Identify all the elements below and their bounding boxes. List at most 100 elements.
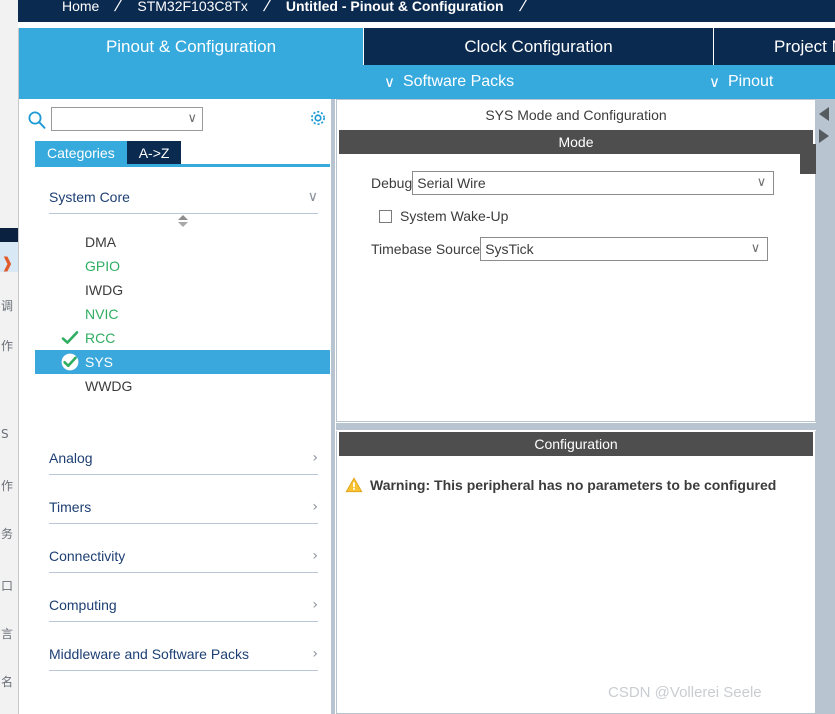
- list-scroll-nub[interactable]: [35, 214, 330, 230]
- search-icon[interactable]: [27, 110, 47, 130]
- tab-a-to-z[interactable]: A->Z: [126, 141, 182, 164]
- software-packs-label: Software Packs: [402, 73, 515, 90]
- search-input[interactable]: [54, 109, 184, 131]
- chevron-right-icon[interactable]: ❱: [1, 256, 14, 271]
- group-header-connectivity[interactable]: Connectivity ›: [49, 540, 318, 573]
- chevron-down-icon: ∨: [756, 175, 767, 190]
- section-header-configuration: Configuration: [339, 432, 813, 456]
- group-label: Timers: [49, 499, 92, 515]
- timebase-value: SysTick: [485, 241, 534, 257]
- breadcrumb-item-current: Untitled - Pinout & Configuration: [285, 0, 504, 14]
- peripheral-item-sys[interactable]: SYS: [35, 350, 330, 374]
- system-wakeup-checkbox[interactable]: [379, 209, 392, 223]
- pane-title-sys-mode: SYS Mode and Configuration: [337, 100, 815, 130]
- chevron-right-icon: ›: [312, 499, 318, 515]
- left-strip-glyph: 作: [1, 339, 14, 353]
- tab-pinout-configuration[interactable]: Pinout & Configuration: [19, 28, 364, 65]
- check-icon: [61, 331, 79, 344]
- peripheral-list[interactable]: System Core ∨ DMA GPIO IWDG NVIC RCC SYS…: [35, 169, 330, 714]
- group-label: Analog: [49, 450, 93, 466]
- search-row: ∨: [19, 105, 330, 137]
- mode-pane: SYS Mode and Configuration Mode Debug Se…: [336, 99, 816, 422]
- chevron-down-icon: ∨: [384, 73, 395, 91]
- peripheral-item-iwdg[interactable]: IWDG: [35, 278, 330, 302]
- left-strip-dark-block: [0, 228, 18, 242]
- breadcrumb: Home / STM32F103C8Tx / Untitled - Pinout…: [18, 0, 835, 22]
- chevron-down-icon: ∨: [709, 73, 720, 91]
- peripheral-item-dma[interactable]: DMA: [35, 230, 330, 254]
- chevron-down-icon: ∨: [307, 189, 318, 205]
- left-strip-glyph: 调: [1, 299, 14, 313]
- sidebar-view-tabs: Categories A->Z: [35, 141, 182, 164]
- sidebar-tabs-underline: [35, 164, 330, 167]
- section-header-mode: Mode: [339, 130, 813, 154]
- warning-text: Warning: This peripheral has no paramete…: [370, 477, 777, 493]
- left-strip-glyph: 作: [1, 479, 14, 493]
- tab-clock-configuration[interactable]: Clock Configuration: [364, 28, 714, 65]
- warning-triangle-icon: [345, 477, 363, 493]
- panel-splitter-horizontal[interactable]: [336, 422, 816, 431]
- group-label: System Core: [49, 189, 130, 205]
- group-label: Middleware and Software Packs: [49, 646, 249, 662]
- gear-icon[interactable]: [308, 108, 328, 128]
- search-combo[interactable]: ∨: [51, 107, 203, 131]
- tab-categories[interactable]: Categories: [35, 141, 127, 164]
- group-label: Connectivity: [49, 548, 126, 564]
- breadcrumb-separator: /: [113, 0, 124, 15]
- field-row-timebase: Timebase Source SysTick ∨: [337, 232, 815, 266]
- peripheral-label: DMA: [85, 234, 117, 250]
- scroll-up-icon[interactable]: [177, 215, 188, 220]
- debug-select[interactable]: Serial Wire ∨: [412, 171, 775, 195]
- left-strip-glyph: 名: [1, 675, 14, 689]
- field-row-system-wakeup[interactable]: System Wake-Up: [337, 200, 815, 232]
- software-packs-menu[interactable]: ∨ Software Packs: [384, 65, 514, 99]
- chevron-down-icon[interactable]: ∨: [187, 111, 197, 126]
- peripheral-label: GPIO: [85, 258, 121, 274]
- peripheral-item-gpio[interactable]: GPIO: [35, 254, 330, 278]
- group-header-analog[interactable]: Analog ›: [49, 442, 318, 475]
- panel-collapse-rail: [800, 99, 835, 714]
- arrow-left-icon[interactable]: [819, 107, 829, 121]
- configuration-panel: SYS Mode and Configuration Mode Debug Se…: [336, 99, 816, 714]
- left-strip-glyph: 务: [1, 527, 14, 541]
- main-tab-bar: Pinout & Configuration Clock Configurati…: [19, 28, 835, 65]
- peripheral-sidebar: ∨ Categories A->Z System Core ∨ DMA GPIO…: [19, 99, 330, 714]
- peripheral-label: NVIC: [85, 306, 119, 322]
- debug-label: Debug: [371, 175, 413, 191]
- group-header-computing[interactable]: Computing ›: [49, 589, 318, 622]
- scroll-down-icon[interactable]: [177, 222, 188, 227]
- pinout-label: Pinout: [727, 73, 774, 90]
- peripheral-item-wwdg[interactable]: WWDG: [35, 374, 330, 398]
- group-label: Computing: [49, 597, 117, 613]
- group-header-middleware[interactable]: Middleware and Software Packs ›: [49, 638, 318, 671]
- ide-left-strip: ❱ 调 作 S 作 务 口 言 名: [0, 0, 19, 714]
- chevron-right-icon: ›: [312, 597, 318, 613]
- peripheral-item-nvic[interactable]: NVIC: [35, 302, 330, 326]
- rail-dark-block: [800, 144, 816, 174]
- check-circle-icon: [61, 353, 79, 371]
- timebase-select[interactable]: SysTick ∨: [480, 237, 769, 261]
- peripheral-item-rcc[interactable]: RCC: [35, 326, 330, 350]
- arrow-right-icon[interactable]: [819, 129, 829, 143]
- warning-row: Warning: This peripheral has no paramete…: [337, 468, 815, 502]
- left-strip-glyph: 口: [1, 579, 14, 593]
- breadcrumb-separator: /: [261, 0, 273, 15]
- peripheral-label: WWDG: [85, 378, 133, 394]
- tab-project-manager[interactable]: Project Manager: [714, 28, 835, 65]
- debug-value: Serial Wire: [417, 175, 486, 191]
- left-strip-glyph: 言: [1, 627, 14, 641]
- chevron-right-icon: ›: [312, 548, 318, 564]
- stm32cubemx-window: ❱ 调 作 S 作 务 口 言 名 Home / STM32F103C8Tx /…: [0, 0, 835, 714]
- sub-toolbar: ∨ Software Packs ∨ Pinout: [19, 65, 835, 99]
- field-row-debug: Debug Serial Wire ∨: [337, 166, 815, 200]
- pinout-menu[interactable]: ∨ Pinout: [709, 65, 773, 99]
- breadcrumb-item-home[interactable]: Home: [56, 0, 105, 14]
- body-area: ∨ Categories A->Z System Core ∨ DMA GPIO…: [19, 99, 835, 714]
- group-header-timers[interactable]: Timers ›: [49, 491, 318, 524]
- system-wakeup-label: System Wake-Up: [400, 208, 509, 224]
- breadcrumb-item-mcu[interactable]: STM32F103C8Tx: [131, 0, 253, 14]
- watermark: CSDN @Vollerei Seele: [608, 684, 762, 701]
- group-header-system-core[interactable]: System Core ∨: [49, 181, 318, 214]
- left-strip-glyph: S: [1, 427, 9, 441]
- chevron-down-icon: ∨: [750, 241, 761, 256]
